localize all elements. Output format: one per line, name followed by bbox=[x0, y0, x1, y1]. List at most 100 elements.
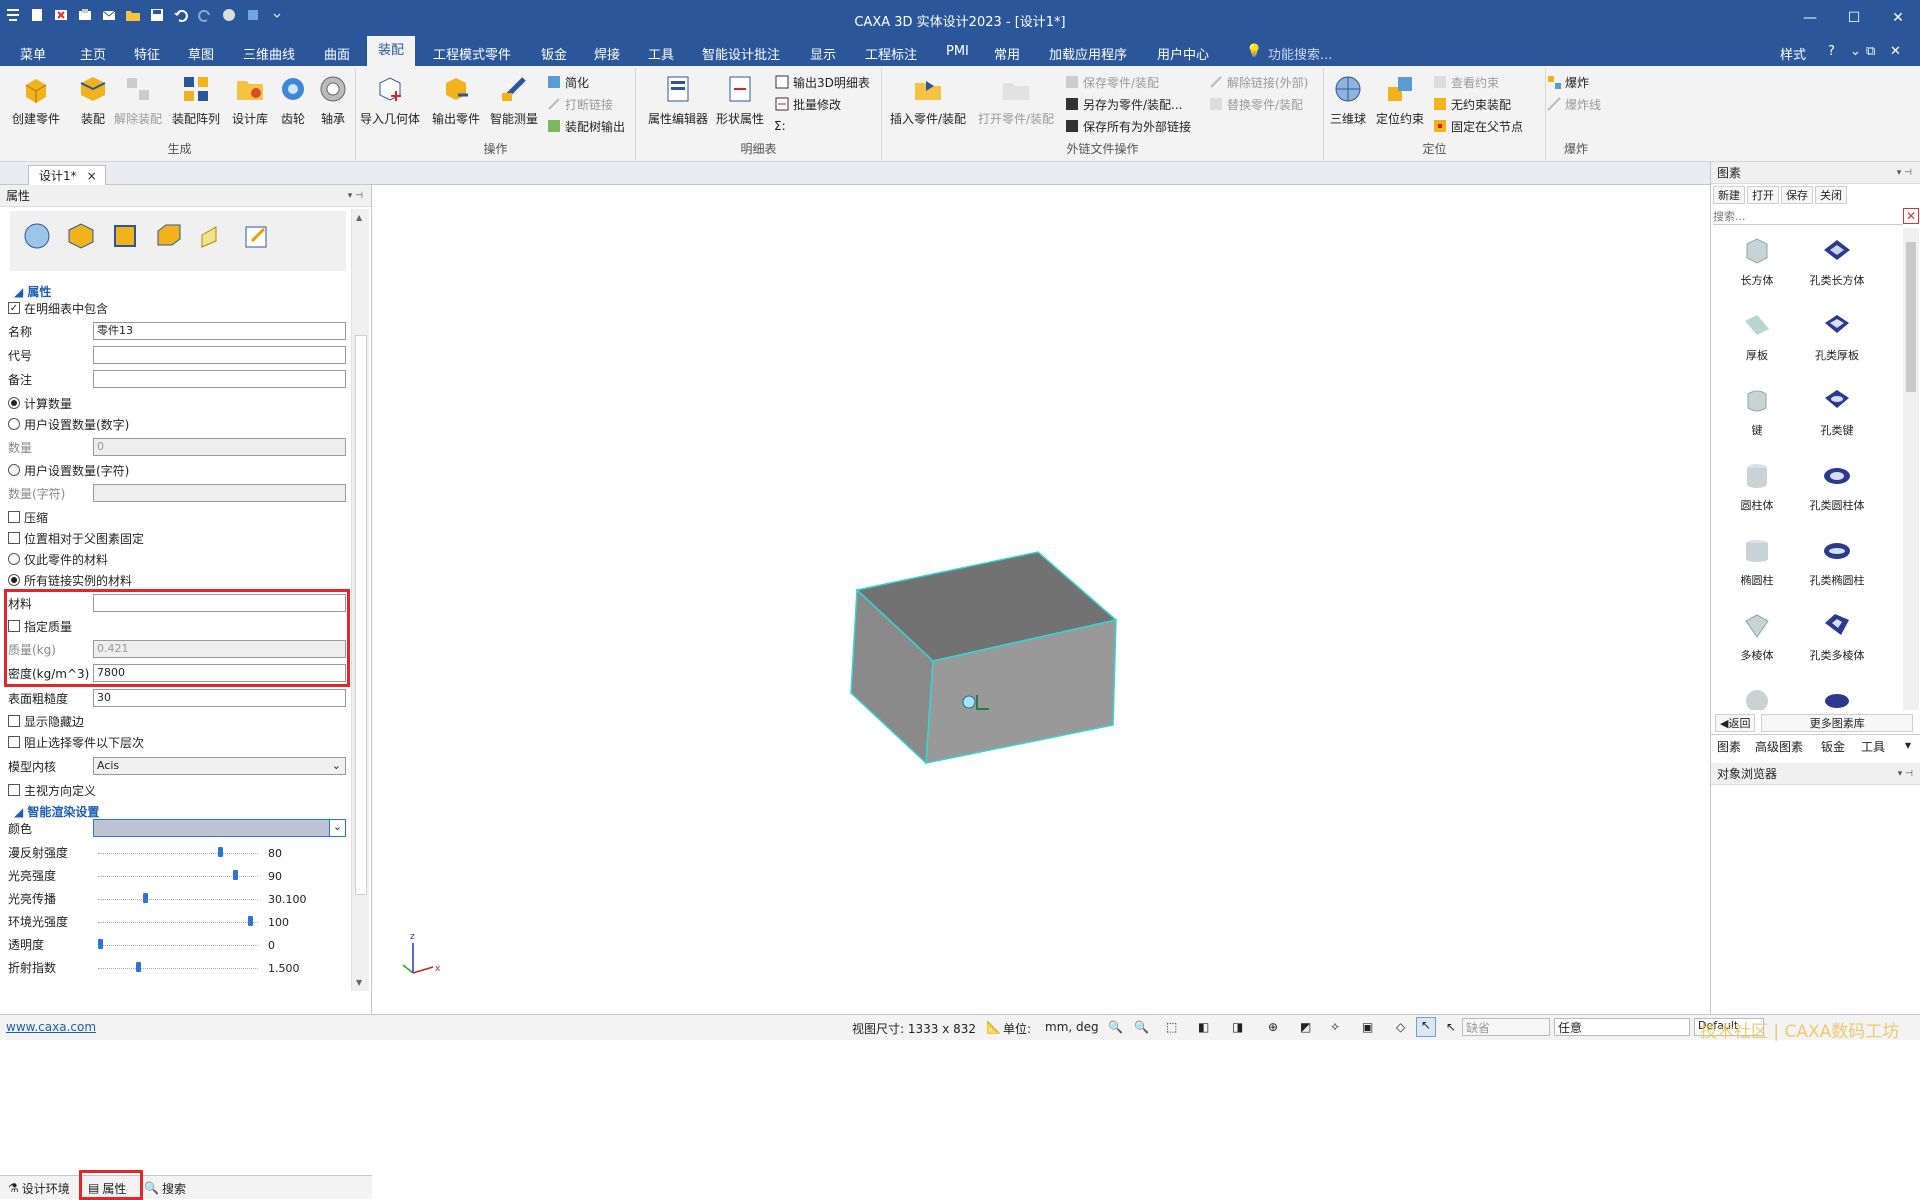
triball-button[interactable]: 三维球 bbox=[1330, 72, 1366, 127]
library-item[interactable]: 长方体 bbox=[1717, 228, 1797, 298]
assembly-icon[interactable] bbox=[66, 221, 96, 251]
tab-sheet-metal[interactable]: 钣金 bbox=[1821, 738, 1845, 755]
panel-scrollbar[interactable]: ▲ ▼ bbox=[351, 209, 369, 991]
menu-item[interactable]: 工程标注 bbox=[865, 44, 917, 63]
pointer-alt-icon[interactable]: ↖ bbox=[1446, 1020, 1456, 1034]
menu-item[interactable]: 工具 bbox=[648, 44, 674, 63]
filter-field[interactable]: 缺省 bbox=[1462, 1018, 1550, 1036]
menu-item[interactable]: 工程模式零件 bbox=[433, 44, 511, 63]
menu-item-active[interactable]: 装配 bbox=[367, 36, 416, 66]
user-quantity-string-radio[interactable]: 用户设置数量(字符) bbox=[8, 461, 129, 479]
open-button[interactable]: 打开 bbox=[1747, 186, 1779, 204]
zoom-icon[interactable]: 🔍 bbox=[1108, 1020, 1123, 1034]
fix-to-parent-button[interactable]: 固定在父节点 bbox=[1432, 116, 1523, 136]
solid-icon[interactable] bbox=[154, 221, 184, 251]
library-scrollbar[interactable] bbox=[1903, 228, 1919, 710]
render-icon[interactable]: ◧ bbox=[1198, 1020, 1209, 1034]
break-link-button[interactable]: 打断链接 bbox=[546, 94, 613, 114]
edit-icon[interactable] bbox=[242, 221, 272, 251]
pin-icon[interactable]: ▾ ⊣ bbox=[348, 191, 363, 201]
close-icon[interactable]: ✕ bbox=[1876, 0, 1920, 36]
tab-elements[interactable]: 图素 bbox=[1717, 738, 1741, 755]
pin-icon[interactable]: ▾ ⊣ bbox=[1897, 168, 1912, 178]
menu-item[interactable]: 三维曲线 bbox=[243, 44, 295, 63]
box-select-icon[interactable]: ◇ bbox=[1396, 1020, 1405, 1034]
restore-icon[interactable]: ⧉ bbox=[1866, 44, 1875, 59]
slider-knob[interactable] bbox=[218, 847, 223, 857]
quantity-string-field[interactable] bbox=[93, 484, 346, 502]
close-button[interactable]: 关闭 bbox=[1815, 186, 1847, 204]
tab-tools[interactable]: 工具 bbox=[1861, 738, 1885, 755]
library-item[interactable]: 键 bbox=[1717, 378, 1797, 448]
pointer-icon[interactable]: ↖ bbox=[1416, 1017, 1436, 1037]
back-button[interactable]: ◀ 返回 bbox=[1715, 714, 1756, 732]
menu-item[interactable]: 焊接 bbox=[594, 44, 620, 63]
block-select-checkbox[interactable]: 阻止选择零件以下层次 bbox=[8, 733, 144, 751]
note-field[interactable] bbox=[93, 370, 346, 388]
menu-item[interactable]: 显示 bbox=[810, 44, 836, 63]
display-icon[interactable]: ◨ bbox=[1232, 1020, 1243, 1034]
library-item[interactable]: 孔类长方体 bbox=[1797, 228, 1877, 298]
explode-line-button[interactable]: 爆炸线 bbox=[1546, 94, 1601, 114]
export-part-button[interactable]: 输出零件 bbox=[432, 72, 480, 127]
menu-item[interactable]: 曲面 bbox=[324, 44, 350, 63]
menu-item[interactable]: 特征 bbox=[134, 44, 160, 63]
menu-item[interactable]: 用户中心 bbox=[1157, 44, 1209, 63]
design-library-button[interactable]: 设计库 bbox=[232, 72, 268, 127]
open-part-button[interactable]: 打开零件/装配 bbox=[978, 72, 1054, 127]
assembly-array-button[interactable]: 装配阵列 bbox=[172, 72, 220, 127]
face-icon[interactable] bbox=[198, 221, 228, 251]
create-part-button[interactable]: 创建零件 bbox=[12, 72, 60, 127]
section-properties[interactable]: ◢ 属性 bbox=[14, 283, 51, 300]
include-in-bom-checkbox[interactable]: ✓ 在明细表中包含 bbox=[8, 299, 108, 317]
more-library-button[interactable]: 更多图素库 bbox=[1761, 714, 1913, 732]
main-view-definition-checkbox[interactable]: 主视方向定义 bbox=[8, 781, 96, 799]
user-quantity-number-radio[interactable]: 用户设置数量(数字) bbox=[8, 415, 129, 433]
save-button[interactable]: 保存 bbox=[1781, 186, 1813, 204]
library-item[interactable]: 孔类厚板 bbox=[1797, 303, 1877, 373]
name-field[interactable]: 零件13 bbox=[93, 322, 346, 340]
triball-icon[interactable] bbox=[22, 221, 52, 251]
library-item[interactable]: 厚板 bbox=[1717, 303, 1797, 373]
tab-menu-icon[interactable]: ▾ bbox=[1905, 738, 1911, 752]
website-link[interactable]: www.caxa.com bbox=[6, 1020, 96, 1034]
quantity-field[interactable]: 0 bbox=[93, 438, 346, 456]
tab-advanced-elements[interactable]: 高级图素 bbox=[1755, 738, 1803, 755]
show-hidden-edges-checkbox[interactable]: 显示隐藏边 bbox=[8, 712, 84, 730]
explode-button[interactable]: 爆炸 bbox=[1546, 72, 1589, 92]
library-item[interactable]: 孔类键 bbox=[1797, 378, 1877, 448]
slider-track[interactable] bbox=[98, 945, 258, 947]
feature-search[interactable]: 功能搜索... bbox=[1268, 44, 1332, 63]
shape-property-button[interactable]: 形状属性 bbox=[716, 72, 764, 127]
menu-item[interactable]: 智能设计批注 bbox=[702, 44, 780, 63]
library-search-input[interactable]: 搜索... bbox=[1713, 208, 1903, 225]
this-part-material-radio[interactable]: 仅此零件的材料 bbox=[8, 550, 108, 568]
color-picker[interactable]: ⌄ bbox=[93, 819, 346, 837]
menu-item[interactable]: 加载应用程序 bbox=[1049, 44, 1127, 63]
library-item[interactable]: 多棱体 bbox=[1717, 603, 1797, 673]
position-constraint-button[interactable]: 定位约束 bbox=[1376, 72, 1424, 127]
part-icon[interactable] bbox=[110, 221, 140, 251]
gear-button[interactable]: 齿轮 bbox=[276, 72, 310, 127]
help-icon[interactable]: ? bbox=[1828, 44, 1835, 59]
slider-knob[interactable] bbox=[143, 893, 148, 903]
tab-design1[interactable]: 设计1* × bbox=[28, 165, 106, 185]
tab-design-env[interactable]: ⚗ 设计环境 bbox=[8, 1178, 70, 1198]
fixed-relative-parent-checkbox[interactable]: 位置相对于父图素固定 bbox=[8, 529, 144, 547]
roughness-field[interactable]: 30 bbox=[93, 689, 346, 707]
slider-track[interactable] bbox=[98, 922, 258, 924]
new-button[interactable]: 新建 bbox=[1713, 186, 1745, 204]
all-linked-material-radio[interactable]: 所有链接实例的材料 bbox=[8, 571, 132, 589]
bearing-button[interactable]: 轴承 bbox=[316, 72, 350, 127]
maximize-icon[interactable]: ☐ bbox=[1832, 0, 1876, 36]
save-all-external-button[interactable]: 保存所有为外部链接 bbox=[1064, 116, 1191, 136]
minimize-icon[interactable]: — bbox=[1788, 0, 1832, 36]
save-part-button[interactable]: 保存零件/装配 bbox=[1064, 72, 1159, 92]
library-item[interactable] bbox=[1717, 678, 1797, 710]
section-icon[interactable]: ◩ bbox=[1300, 1020, 1311, 1034]
unlink-external-button[interactable]: 解除链接(外部) bbox=[1208, 72, 1308, 92]
slider-knob[interactable] bbox=[233, 870, 238, 880]
code-field[interactable] bbox=[93, 346, 346, 364]
unit-value[interactable]: mm, deg bbox=[1045, 1020, 1099, 1034]
batch-modify-button[interactable]: 批量修改 bbox=[774, 94, 841, 114]
